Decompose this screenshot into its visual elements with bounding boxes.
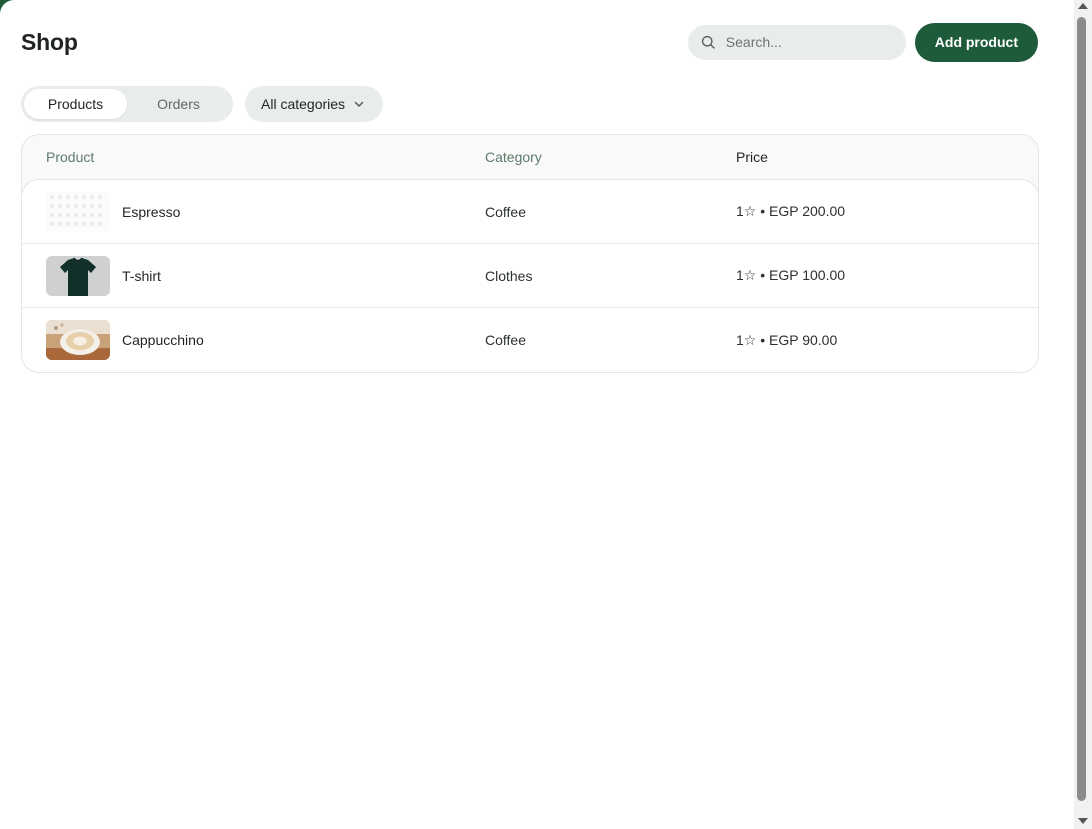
product-cell: Espresso [46, 191, 181, 232]
product-name: T-shirt [122, 267, 161, 284]
scroll-down-arrow-icon[interactable] [1078, 818, 1088, 824]
search-icon [701, 35, 715, 49]
chevron-down-icon [354, 101, 364, 107]
product-thumbnail-placeholder [46, 191, 110, 232]
product-price: 1☆ • EGP 100.00 [736, 267, 846, 283]
header-actions: Add product [687, 22, 1038, 62]
table-body: Espresso Coffee 1☆ • EGP 200.00 T-shirt [22, 179, 1038, 372]
category-filter-label: All categories [261, 96, 346, 112]
product-category: Coffee [485, 203, 526, 220]
product-price: 1☆ • EGP 90.00 [736, 331, 838, 348]
search-box[interactable] [687, 24, 906, 60]
product-name: Espresso [122, 203, 181, 220]
product-category: Coffee [485, 332, 526, 348]
products-table: Product Category Price Espresso Coffee 1… [21, 134, 1039, 373]
column-header-product[interactable]: Product [46, 149, 94, 165]
scroll-up-arrow-icon[interactable] [1078, 3, 1088, 9]
view-tabs: Products Orders [21, 86, 233, 122]
product-cell: Cappucchino [46, 320, 204, 360]
search-input[interactable] [725, 34, 886, 50]
category-filter-dropdown[interactable]: All categories [245, 86, 384, 122]
product-thumbnail-tshirt [46, 255, 110, 296]
scrollbar-thumb[interactable] [1077, 17, 1086, 801]
product-thumbnail-cappuccino [46, 320, 110, 360]
table-row[interactable]: T-shirt Clothes 1☆ • EGP 100.00 [22, 244, 1038, 308]
tab-orders[interactable]: Orders [127, 89, 230, 119]
product-price: 1☆ • EGP 200.00 [736, 203, 846, 219]
column-header-category[interactable]: Category [485, 149, 542, 165]
add-product-button[interactable]: Add product [914, 22, 1038, 62]
column-header-price[interactable]: Price [736, 149, 768, 165]
product-category: Clothes [485, 267, 533, 284]
page-header: Shop Add product [21, 22, 1038, 62]
table-row[interactable]: Cappucchino Coffee 1☆ • EGP 90.00 [22, 308, 1038, 372]
table-row[interactable]: Espresso Coffee 1☆ • EGP 200.00 [22, 180, 1038, 244]
shop-page: Shop Add product Products Orders All cat… [0, 0, 1062, 829]
vertical-scrollbar[interactable] [1074, 0, 1092, 829]
tab-products[interactable]: Products [24, 89, 127, 119]
product-name: Cappucchino [122, 332, 204, 348]
toolbar: Products Orders All categories [21, 86, 384, 122]
table-header: Product Category Price [22, 135, 1038, 179]
product-cell: T-shirt [46, 255, 161, 296]
page-title: Shop [21, 28, 78, 55]
